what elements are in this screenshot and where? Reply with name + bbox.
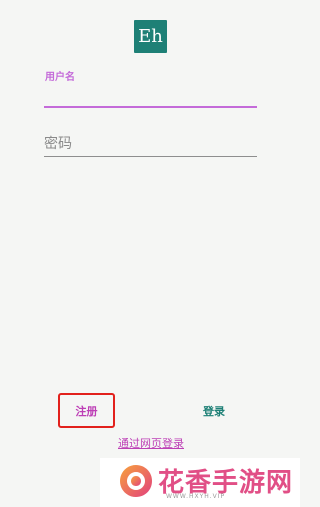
watermark-subtitle: WWW.HXYH.VIP (166, 493, 226, 500)
username-input[interactable] (44, 82, 257, 108)
app-logo: Eh (134, 20, 167, 53)
register-button[interactable]: 注册 (60, 395, 113, 426)
password-input[interactable] (44, 132, 257, 157)
flower-logo-icon (120, 465, 152, 497)
login-button[interactable]: 登录 (188, 395, 240, 426)
username-label: 用户名 (45, 72, 75, 83)
watermark: 花香手游网 WWW.HXYH.VIP (100, 458, 300, 507)
web-login-link[interactable]: 通过网页登录 (112, 435, 190, 451)
